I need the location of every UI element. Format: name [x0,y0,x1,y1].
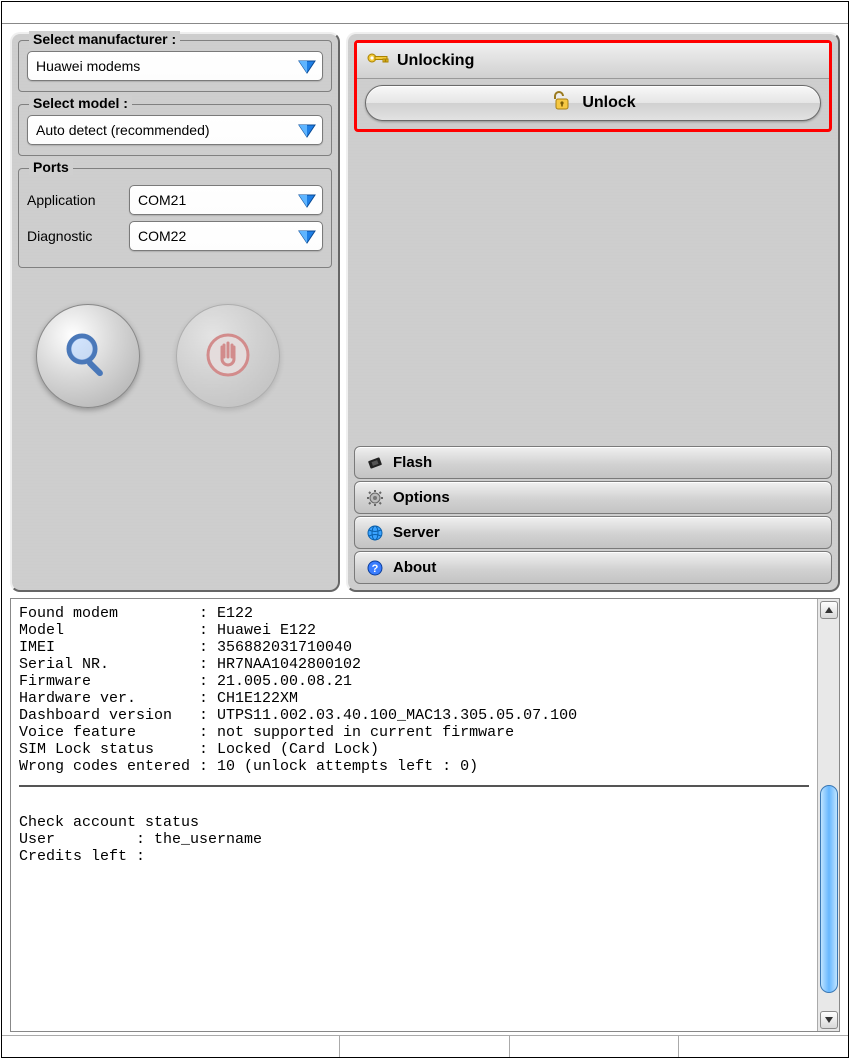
unlock-button[interactable]: Unlock [365,85,821,121]
dropdown-arrow-icon [296,55,318,77]
status-cell-3 [509,1036,679,1057]
status-bar [2,1035,848,1057]
help-icon: ? [365,559,385,577]
manufacturer-dropdown[interactable]: Huawei modems [27,51,323,81]
section-about-label: About [393,559,436,576]
unlock-body: Unlock [357,79,829,129]
unlock-padlock-icon [550,90,572,117]
key-icon [367,50,389,71]
gear-icon [365,489,385,507]
scroll-up-button[interactable] [820,601,838,619]
right-panel: Unlocking Unlock [346,32,840,592]
section-flash-label: Flash [393,454,432,471]
section-options[interactable]: Options [354,481,832,514]
section-options-label: Options [393,489,450,506]
status-cell-1 [2,1036,339,1057]
ports-group: Ports Application COM21 Diagnostic COM22 [18,168,332,268]
status-cell-2 [339,1036,509,1057]
stop-button[interactable] [176,304,280,408]
manufacturer-label: Select manufacturer : [29,31,180,47]
dropdown-arrow-icon [296,225,318,247]
model-dropdown[interactable]: Auto detect (recommended) [27,115,323,145]
log-panel: Found modem : E122 Model : Huawei E122 I… [10,598,840,1032]
chip-icon [365,454,385,472]
port-diagnostic-value: COM22 [138,228,296,244]
ports-label: Ports [29,159,73,175]
port-row-application: Application COM21 [27,185,323,215]
svg-text:?: ? [372,563,379,575]
unlocking-section: Unlocking Unlock [354,40,832,132]
log-scrollbar[interactable] [817,599,839,1031]
section-about[interactable]: ? About [354,551,832,584]
port-diagnostic-label: Diagnostic [27,228,123,244]
log-text[interactable]: Found modem : E122 Model : Huawei E122 I… [11,599,817,1031]
unlocking-content-area [354,134,832,446]
manufacturer-value: Huawei modems [36,58,296,74]
port-row-diagnostic: Diagnostic COM22 [27,221,323,251]
section-server[interactable]: Server [354,516,832,549]
unlocking-header-label: Unlocking [397,52,474,70]
app-window: Select manufacturer : Huawei modems Sele… [1,1,849,1058]
status-cell-4 [678,1036,848,1057]
scroll-thumb[interactable] [820,785,838,993]
left-panel: Select manufacturer : Huawei modems Sele… [10,32,340,592]
scroll-down-button[interactable] [820,1011,838,1029]
port-application-value: COM21 [138,192,296,208]
port-application-dropdown[interactable]: COM21 [129,185,323,215]
dropdown-arrow-icon [296,189,318,211]
model-label: Select model : [29,95,132,111]
dropdown-arrow-icon [296,119,318,141]
main-area: Select manufacturer : Huawei modems Sele… [2,24,848,598]
model-group: Select model : Auto detect (recommended) [18,104,332,156]
search-icon [62,329,114,384]
section-flash[interactable]: Flash [354,446,832,479]
unlock-button-label: Unlock [582,94,635,112]
manufacturer-group: Select manufacturer : Huawei modems [18,40,332,92]
globe-icon [365,524,385,542]
model-value: Auto detect (recommended) [36,122,296,138]
section-server-label: Server [393,524,440,541]
unlocking-header[interactable]: Unlocking [357,43,829,79]
top-blank-bar [2,2,848,24]
round-buttons-row [18,304,332,408]
stop-hand-icon [204,331,252,382]
port-diagnostic-dropdown[interactable]: COM22 [129,221,323,251]
log-separator [19,785,809,787]
search-button[interactable] [36,304,140,408]
port-application-label: Application [27,192,123,208]
accordion: Flash Options Server ? [354,446,832,584]
